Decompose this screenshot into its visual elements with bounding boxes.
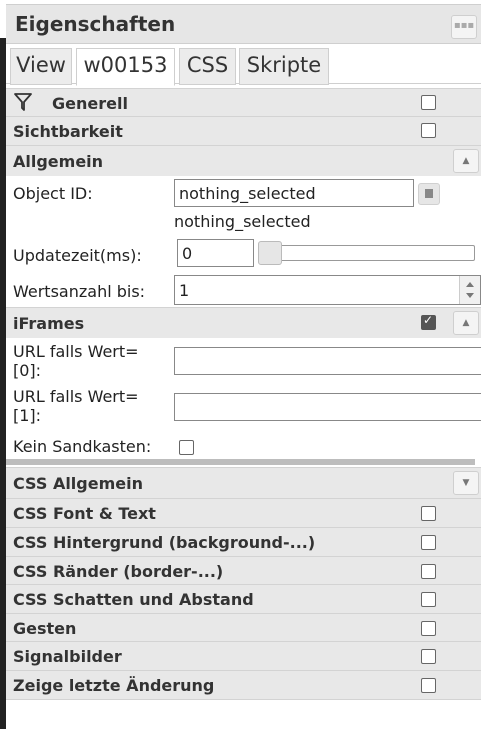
sandkasten-label: Kein Sandkasten: xyxy=(13,437,152,456)
url1-input[interactable] xyxy=(174,393,481,421)
group-sichtbarkeit[interactable]: Sichtbarkeit xyxy=(6,116,481,145)
tab-widget[interactable]: w00153 xyxy=(76,48,175,86)
tab-view[interactable]: View xyxy=(10,48,72,85)
group-generell-checkbox[interactable] xyxy=(421,95,436,110)
group-iframes[interactable]: iFrames ▲ xyxy=(6,307,481,338)
object-id-picker-button[interactable] xyxy=(418,183,440,205)
panel-menu-icon[interactable]: ▪▪▪ xyxy=(451,15,477,39)
object-id-hint: nothing_selected xyxy=(174,212,311,231)
tab-bar: View w00153 CSS Skripte xyxy=(6,43,481,86)
url0-label-line2: [0]: xyxy=(13,361,42,380)
spinner-down-icon[interactable] xyxy=(466,293,474,298)
url0-label-line1: URL falls Wert= xyxy=(13,342,139,361)
url1-label-line1: URL falls Wert= xyxy=(13,387,139,406)
tab-skripte[interactable]: Skripte xyxy=(239,48,329,85)
url0-label: URL falls Wert= [0]: xyxy=(13,342,139,380)
wertsanzahl-label: Wertsanzahl bis: xyxy=(13,282,146,301)
object-id-label: Object ID: xyxy=(13,184,93,203)
updatezeit-input[interactable]: 0 xyxy=(177,239,254,267)
group-allgemein-label: Allgemein xyxy=(13,152,104,171)
wertsanzahl-input[interactable]: 1 xyxy=(174,275,481,305)
group-sichtbarkeit-checkbox[interactable] xyxy=(421,123,436,138)
url1-label: URL falls Wert= [1]: xyxy=(13,387,139,425)
collapse-up-icon[interactable]: ▲ xyxy=(453,149,479,173)
group-generell[interactable]: Generell xyxy=(6,88,481,116)
properties-panel: Eigenschaften ▪▪▪ View w00153 CSS Skript… xyxy=(6,0,481,729)
tab-css[interactable]: CSS xyxy=(179,48,236,85)
collapse-up-icon[interactable]: ▲ xyxy=(453,311,479,335)
group-generell-label: Generell xyxy=(52,94,128,113)
object-id-input[interactable]: nothing_selected xyxy=(174,179,414,207)
sandkasten-checkbox[interactable] xyxy=(179,440,194,455)
group-sichtbarkeit-label: Sichtbarkeit xyxy=(13,122,123,141)
url1-label-line2: [1]: xyxy=(13,406,42,425)
updatezeit-label: Updatezeit(ms): xyxy=(13,246,142,265)
group-iframes-label: iFrames xyxy=(13,314,85,333)
spinner-up-icon[interactable] xyxy=(466,282,474,287)
filter-icon xyxy=(14,93,32,111)
slider-handle[interactable] xyxy=(258,241,282,265)
panel-title: Eigenschaften xyxy=(15,12,176,36)
section-divider xyxy=(6,459,475,465)
panel-titlebar: Eigenschaften ▪▪▪ xyxy=(6,4,481,44)
url0-input[interactable] xyxy=(174,347,481,375)
group-allgemein[interactable]: Allgemein ▲ xyxy=(6,145,481,176)
wertsanzahl-spinner[interactable] xyxy=(459,276,480,304)
updatezeit-slider[interactable] xyxy=(258,245,475,261)
group-iframes-checkbox[interactable] xyxy=(421,313,436,330)
